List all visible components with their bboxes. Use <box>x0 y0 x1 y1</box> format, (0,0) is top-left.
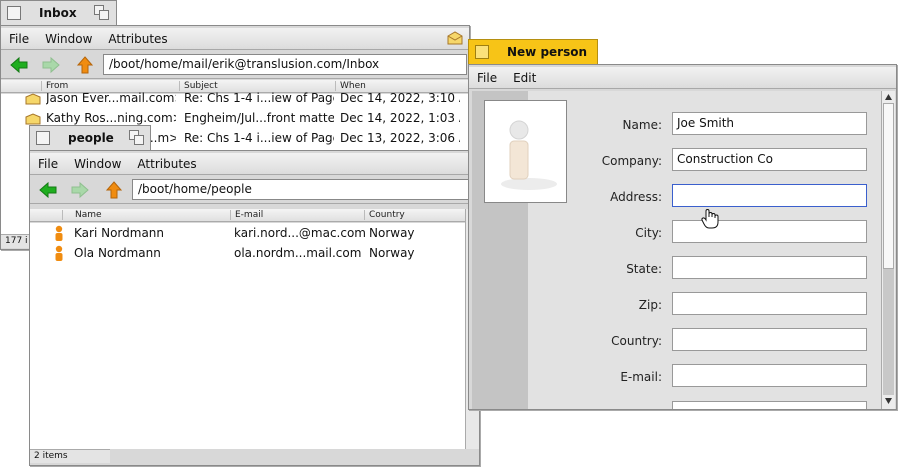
zip-field[interactable] <box>672 292 867 315</box>
city-label: City: <box>635 226 662 240</box>
person-icon <box>55 245 63 261</box>
person-photo-well[interactable] <box>484 100 567 203</box>
inbox-close-button[interactable] <box>7 6 21 20</box>
back-arrow-icon[interactable] <box>38 180 58 200</box>
newperson-menu-file[interactable]: File <box>469 67 505 85</box>
scroll-track[interactable] <box>883 269 894 395</box>
inbox-window-tab[interactable]: Inbox <box>0 0 117 25</box>
inbox-menu-attributes[interactable]: Attributes <box>100 28 175 46</box>
row-name: Ola Nordmann <box>74 246 161 260</box>
forward-arrow-icon[interactable] <box>41 55 61 75</box>
row-subject: Engheim/Jul...front matter <box>184 111 334 125</box>
zip-label: Zip: <box>638 298 662 312</box>
people-statusbar: 2 items <box>30 449 110 463</box>
row-when: Dec 13, 2022, 3:06 AM <box>340 131 460 145</box>
up-arrow-icon[interactable] <box>104 180 124 200</box>
scroll-up-arrow-icon[interactable] <box>884 93 893 101</box>
name-label: Name: <box>622 118 662 132</box>
newperson-menubar: File Edit <box>469 67 896 89</box>
row-email: ola.nordm...mail.com <box>234 246 362 260</box>
row-subject: Re: Chs 1-4 i...iew of Pages <box>184 91 334 105</box>
people-window-tab[interactable]: people <box>29 125 151 150</box>
mail-icon <box>25 93 41 105</box>
people-column-header: Name E-mail Country <box>30 209 479 222</box>
forward-arrow-icon[interactable] <box>70 180 90 200</box>
people-menu-window[interactable]: Window <box>66 153 129 171</box>
country-field[interactable] <box>672 328 867 351</box>
newperson-window-tab[interactable]: New person <box>468 39 598 64</box>
newperson-title: New person <box>507 45 588 59</box>
row-subject: Re: Chs 1-4 i...iew of Pages <box>184 131 334 145</box>
mail-icon <box>25 113 41 125</box>
row-name: Kari Nordmann <box>74 226 165 240</box>
column-name[interactable]: Name <box>62 210 102 220</box>
people-title: people <box>68 131 114 145</box>
company-label: Company: <box>601 154 662 168</box>
table-row[interactable]: Ola Nordmann ola.nordm...mail.com Norway <box>30 243 465 263</box>
inbox-menu-window[interactable]: Window <box>37 28 100 46</box>
name-field[interactable]: Joe Smith <box>672 112 867 135</box>
row-from: Jason Ever...mail.com> <box>46 91 176 105</box>
people-menu-attributes[interactable]: Attributes <box>129 153 204 171</box>
row-email: kari.nord...@mac.com <box>234 226 366 240</box>
people-path-field[interactable]: /boot/home/people <box>132 179 477 200</box>
state-field[interactable] <box>672 256 867 279</box>
person-icon <box>55 225 63 241</box>
row-country: Norway <box>369 246 415 260</box>
row-when: Dec 14, 2022, 3:10 AM <box>340 91 460 105</box>
inbox-path-field[interactable]: /boot/home/mail/erik@translusion.com/Inb… <box>103 54 467 75</box>
newperson-window: File Edit Name: Joe Smith Company: Constr… <box>468 64 897 410</box>
newperson-menu-edit[interactable]: Edit <box>505 67 544 85</box>
next-field-partial <box>672 401 867 409</box>
state-label: State: <box>626 262 662 276</box>
country-label: Country: <box>611 334 662 348</box>
inbox-title: Inbox <box>39 6 77 20</box>
newperson-scrollbar[interactable] <box>881 91 895 409</box>
people-menubar: File Window Attributes <box>30 153 479 175</box>
people-menu-file[interactable]: File <box>30 153 66 171</box>
scroll-down-arrow-icon[interactable] <box>884 397 893 405</box>
row-from: Kathy Ros...ning.com> <box>46 111 176 125</box>
inbox-zoom-button[interactable] <box>94 5 110 21</box>
inbox-navbar: /boot/home/mail/erik@translusion.com/Inb… <box>1 51 469 79</box>
people-list: Kari Nordmann kari.nord...@mac.com Norwa… <box>30 223 465 449</box>
address-label: Address: <box>610 190 662 204</box>
company-field[interactable]: Construction Co <box>672 148 867 171</box>
email-field[interactable] <box>672 364 867 387</box>
table-row[interactable]: Jason Ever...mail.com> Re: Chs 1-4 i...i… <box>1 88 471 108</box>
person-placeholder-icon <box>501 120 557 190</box>
row-when: Dec 14, 2022, 1:03 AM <box>340 111 460 125</box>
inbox-menu-file[interactable]: File <box>1 28 37 46</box>
people-close-button[interactable] <box>36 131 50 145</box>
hand-pointer-icon <box>701 208 719 229</box>
table-row[interactable]: Kari Nordmann kari.nord...@mac.com Norwa… <box>30 223 465 243</box>
people-window: File Window Attributes /boot/home/people N… <box>29 150 480 466</box>
inbox-menubar: File Window Attributes <box>1 28 469 50</box>
back-arrow-icon[interactable] <box>9 55 29 75</box>
column-country[interactable]: Country <box>364 210 405 220</box>
scroll-thumb[interactable] <box>883 103 894 269</box>
row-country: Norway <box>369 226 415 240</box>
column-email[interactable]: E-mail <box>230 210 263 220</box>
people-zoom-button[interactable] <box>129 130 145 146</box>
address-field[interactable] <box>672 184 867 207</box>
up-arrow-icon[interactable] <box>75 55 95 75</box>
email-label: E-mail: <box>620 370 662 384</box>
newperson-form-area <box>528 91 881 409</box>
people-navbar: /boot/home/people <box>30 176 479 204</box>
newperson-close-button[interactable] <box>475 45 489 59</box>
mail-icon <box>447 31 463 45</box>
